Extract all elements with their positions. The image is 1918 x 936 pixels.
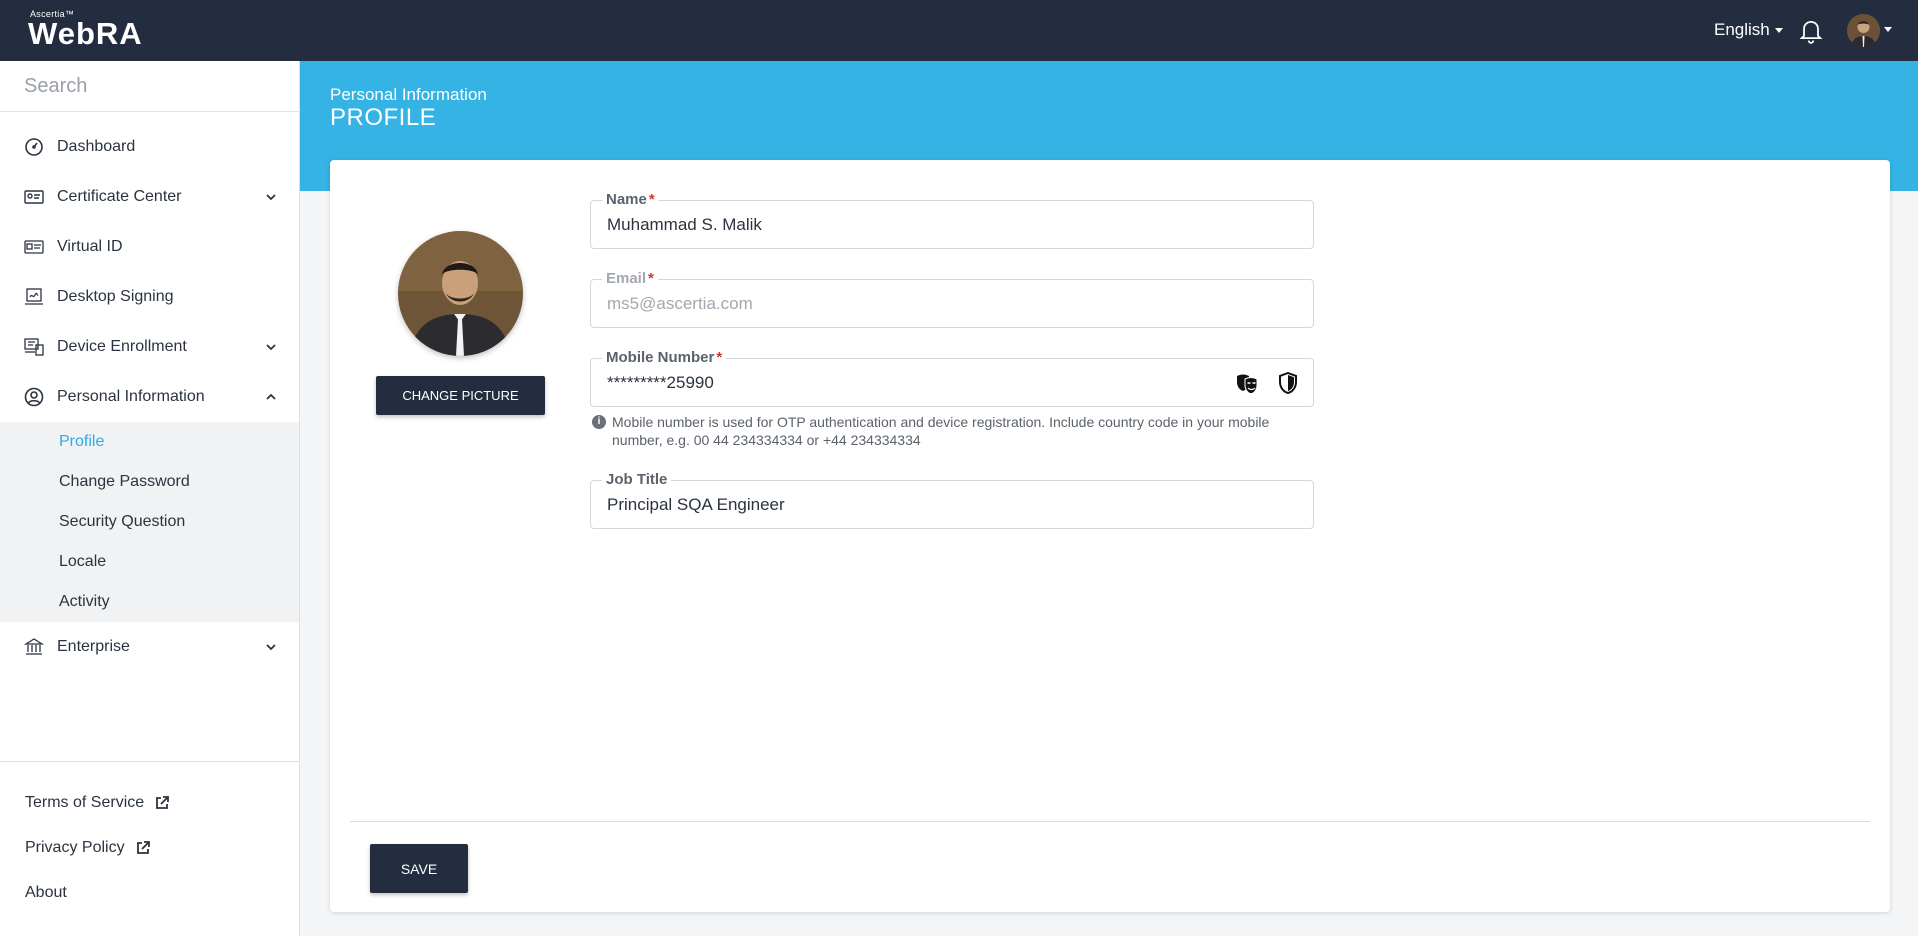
job-title-field[interactable]: Job Title Principal SQA Engineer bbox=[590, 472, 1314, 529]
device-icon bbox=[24, 338, 44, 356]
submenu-item-change-password[interactable]: Change Password bbox=[59, 473, 190, 491]
sidebar-item-enterprise[interactable]: Enterprise bbox=[0, 622, 299, 672]
mobile-number-input[interactable]: *********25990 bbox=[607, 373, 714, 393]
external-link-icon bbox=[136, 841, 150, 854]
sidebar-item-label: Dashboard bbox=[57, 138, 136, 155]
email-label: Email * bbox=[602, 271, 658, 287]
sidebar-item-label: Personal Information bbox=[57, 388, 205, 405]
required-mark: * bbox=[648, 270, 654, 287]
sidebar-item-desktop-signing[interactable]: Desktop Signing bbox=[0, 272, 299, 322]
page-title: PROFILE bbox=[330, 104, 437, 131]
sidebar-item-label: Device Enrollment bbox=[57, 338, 187, 355]
bank-icon bbox=[24, 638, 44, 655]
brand-name: WebRA bbox=[28, 16, 143, 51]
email-input: ms5@ascertia.com bbox=[607, 294, 753, 313]
name-label: Name * bbox=[602, 192, 659, 208]
language-selector[interactable]: English bbox=[1714, 20, 1783, 40]
caret-down-icon bbox=[1774, 27, 1783, 33]
chevron-down-icon bbox=[266, 194, 276, 201]
sidebar-search bbox=[0, 61, 299, 112]
id-card-icon bbox=[24, 240, 44, 254]
email-field: Email * ms5@ascertia.com bbox=[590, 271, 1314, 328]
privacy-policy-link[interactable]: Privacy Policy bbox=[25, 839, 151, 857]
chevron-up-icon bbox=[266, 393, 276, 400]
submenu-item-profile[interactable]: Profile bbox=[59, 433, 104, 451]
mobile-number-field[interactable]: Mobile Number * *********25990 bbox=[590, 350, 1314, 407]
submenu-item-locale[interactable]: Locale bbox=[59, 553, 106, 571]
profile-card: CHANGE PICTURE Name * Muhammad S. Malik E… bbox=[330, 160, 1890, 912]
sidebar-item-label: Certificate Center bbox=[57, 188, 182, 205]
card-divider bbox=[350, 821, 1870, 822]
info-icon: i bbox=[592, 415, 606, 429]
footer-link-label: Privacy Policy bbox=[25, 839, 125, 856]
sidebar-divider bbox=[0, 761, 299, 762]
language-label: English bbox=[1714, 20, 1770, 39]
sidebar: Dashboard Certificate Center Virtual ID … bbox=[0, 61, 300, 936]
profile-picture bbox=[398, 231, 523, 356]
sidebar-item-personal-information[interactable]: Personal Information bbox=[0, 372, 299, 422]
sidebar-item-virtual-id[interactable]: Virtual ID bbox=[0, 222, 299, 272]
bell-icon[interactable] bbox=[1797, 16, 1825, 44]
shield-icon[interactable] bbox=[1278, 372, 1298, 394]
user-avatar[interactable] bbox=[1847, 14, 1880, 47]
name-field[interactable]: Name * Muhammad S. Malik bbox=[590, 192, 1314, 249]
external-link-icon bbox=[156, 796, 170, 809]
submenu-item-activity[interactable]: Activity bbox=[59, 593, 110, 611]
app-logo[interactable]: Ascertia™ WebRA bbox=[28, 9, 143, 49]
sidebar-item-device-enrollment[interactable]: Device Enrollment bbox=[0, 322, 299, 372]
sidebar-item-label: Virtual ID bbox=[57, 238, 123, 255]
signing-icon bbox=[25, 288, 43, 305]
mobile-hint-text: Mobile number is used for OTP authentica… bbox=[612, 414, 1270, 448]
required-mark: * bbox=[716, 349, 723, 366]
chevron-down-icon bbox=[266, 344, 276, 351]
top-bar: Ascertia™ WebRA English bbox=[0, 0, 1918, 61]
breadcrumb: Personal Information bbox=[330, 85, 487, 104]
mobile-number-hint: i Mobile number is used for OTP authenti… bbox=[592, 413, 1312, 449]
required-mark: * bbox=[648, 191, 655, 208]
search-input[interactable] bbox=[0, 61, 299, 111]
mobile-number-label: Mobile Number * bbox=[602, 349, 727, 366]
dashboard-icon bbox=[25, 138, 43, 156]
sidebar-item-label: Enterprise bbox=[57, 638, 130, 655]
avatar-caret-icon[interactable] bbox=[1884, 27, 1892, 32]
terms-of-service-link[interactable]: Terms of Service bbox=[25, 794, 170, 812]
submenu-item-security-question[interactable]: Security Question bbox=[59, 513, 185, 531]
user-circle-icon bbox=[24, 387, 44, 407]
sidebar-item-certificate-center[interactable]: Certificate Center bbox=[0, 172, 299, 222]
footer-link-label: About bbox=[25, 884, 67, 901]
mask-toggle-icon[interactable] bbox=[1235, 373, 1259, 393]
job-title-label: Job Title bbox=[602, 472, 672, 488]
about-link[interactable]: About bbox=[25, 884, 67, 902]
change-picture-button[interactable]: CHANGE PICTURE bbox=[376, 376, 545, 415]
certificate-icon bbox=[24, 190, 44, 204]
name-input[interactable]: Muhammad S. Malik bbox=[607, 215, 762, 235]
personal-information-submenu: Profile Change Password Security Questio… bbox=[0, 422, 299, 622]
footer-link-label: Terms of Service bbox=[25, 794, 145, 811]
chevron-down-icon bbox=[266, 644, 276, 651]
sidebar-item-dashboard[interactable]: Dashboard bbox=[0, 122, 299, 172]
sidebar-item-label: Desktop Signing bbox=[57, 288, 174, 305]
save-button[interactable]: SAVE bbox=[370, 844, 468, 893]
job-title-input[interactable]: Principal SQA Engineer bbox=[607, 495, 785, 515]
